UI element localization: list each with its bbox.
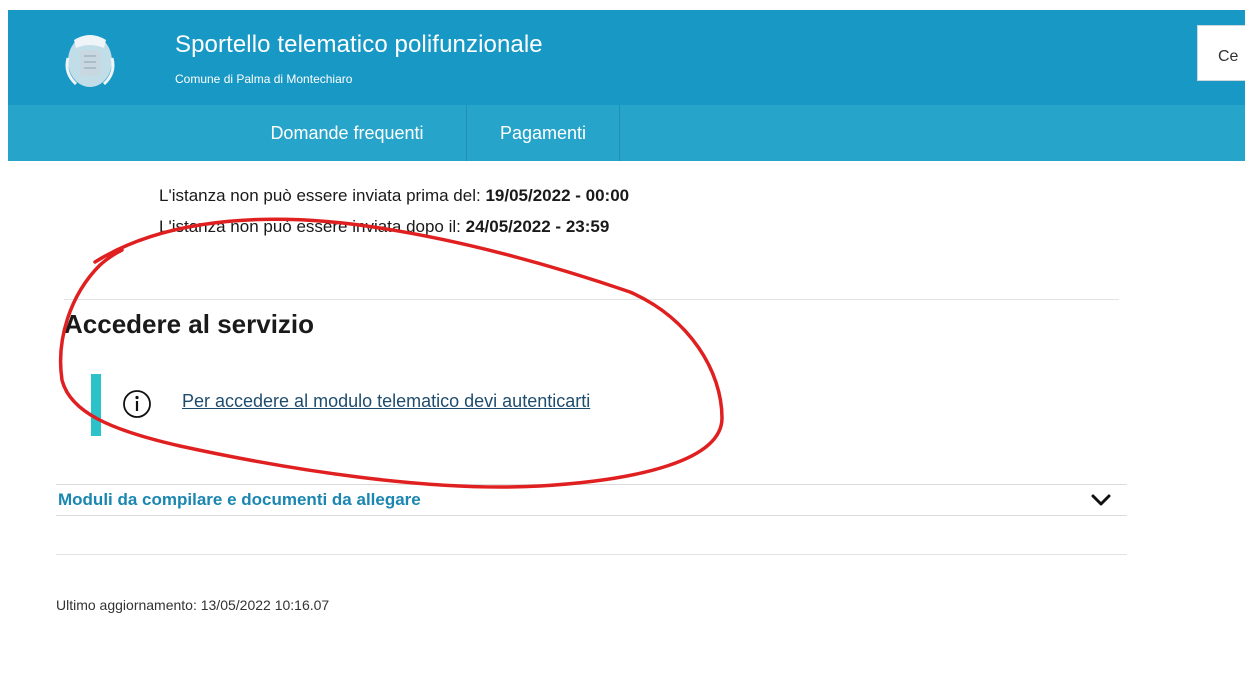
site-title[interactable]: Sportello telematico polifunzionale <box>175 31 543 59</box>
section-title: Accedere al servizio <box>64 309 315 339</box>
authenticate-link[interactable]: Per accedere al modulo telematico devi a… <box>182 391 590 412</box>
submission-end-label: L'istanza non può essere inviata dopo il… <box>159 217 466 236</box>
search-input[interactable]: Ce <box>1197 25 1245 81</box>
site-subtitle: Comune di Palma di Montechiaro <box>175 72 353 86</box>
submission-start-line: L'istanza non può essere inviata prima d… <box>159 186 629 206</box>
nav-item-payments[interactable]: Pagamenti <box>467 105 620 161</box>
municipal-crest-icon[interactable] <box>60 28 120 90</box>
last-update-text: Ultimo aggiornamento: 13/05/2022 10:16.0… <box>56 597 330 613</box>
section-divider <box>64 299 1119 300</box>
footer-divider <box>56 554 1127 555</box>
callout-accent-bar <box>91 374 101 436</box>
accordion-label[interactable]: Moduli da compilare e documenti da alleg… <box>58 490 421 510</box>
submission-start-value: 19/05/2022 - 00:00 <box>485 186 630 205</box>
submission-start-label: L'istanza non può essere inviata prima d… <box>159 186 486 205</box>
info-icon <box>123 390 151 418</box>
submission-end-value: 24/05/2022 - 23:59 <box>465 217 610 236</box>
site-header: Sportello telematico polifunzionale Comu… <box>8 10 1245 105</box>
chevron-down-icon[interactable] <box>1090 491 1112 509</box>
nav-item-faq[interactable]: Domande frequenti <box>228 105 467 161</box>
documents-accordion[interactable]: Moduli da compilare e documenti da alleg… <box>56 484 1127 516</box>
submission-end-line: L'istanza non può essere inviata dopo il… <box>159 217 609 237</box>
main-nav: Domande frequenti Pagamenti <box>8 105 1245 161</box>
